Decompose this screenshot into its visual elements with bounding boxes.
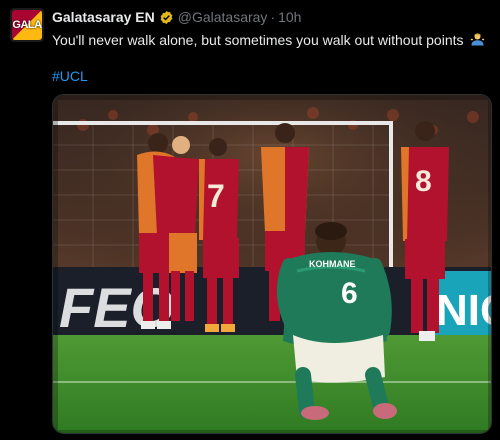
tweet-header: Galatasaray EN @Galatasaray · 10h xyxy=(52,9,301,25)
ad-board-left-text: FEO xyxy=(59,276,174,339)
club-logo-icon: GALA xyxy=(12,10,42,40)
verified-badge-icon xyxy=(160,10,173,24)
pitch xyxy=(53,335,491,433)
person-shrugging-emoji-icon xyxy=(471,33,485,46)
author-handle[interactable]: @Galatasaray xyxy=(178,9,268,25)
svg-text:8: 8 xyxy=(415,165,432,198)
match-photo-illustration: FEO NIG xyxy=(53,95,492,433)
avatar[interactable]: GALA xyxy=(10,8,44,42)
player-back-number: 6 xyxy=(341,277,358,310)
tweet-timestamp[interactable]: 10h xyxy=(278,9,301,25)
separator-dot: · xyxy=(270,9,276,25)
avatar-monogram: GALA xyxy=(12,19,42,31)
tweet-photo[interactable]: FEO NIG xyxy=(52,94,492,434)
hashtag-link[interactable]: #UCL xyxy=(52,68,88,84)
player-back-name: KOHMANE xyxy=(309,259,356,269)
tweet-text-body: You'll never walk alone, but sometimes y… xyxy=(52,32,464,48)
svg-text:7: 7 xyxy=(207,178,225,214)
ad-board-right-text: NIG xyxy=(436,286,492,335)
author-name[interactable]: Galatasaray EN xyxy=(52,9,155,25)
tweet-text: You'll never walk alone, but sometimes y… xyxy=(52,31,485,49)
